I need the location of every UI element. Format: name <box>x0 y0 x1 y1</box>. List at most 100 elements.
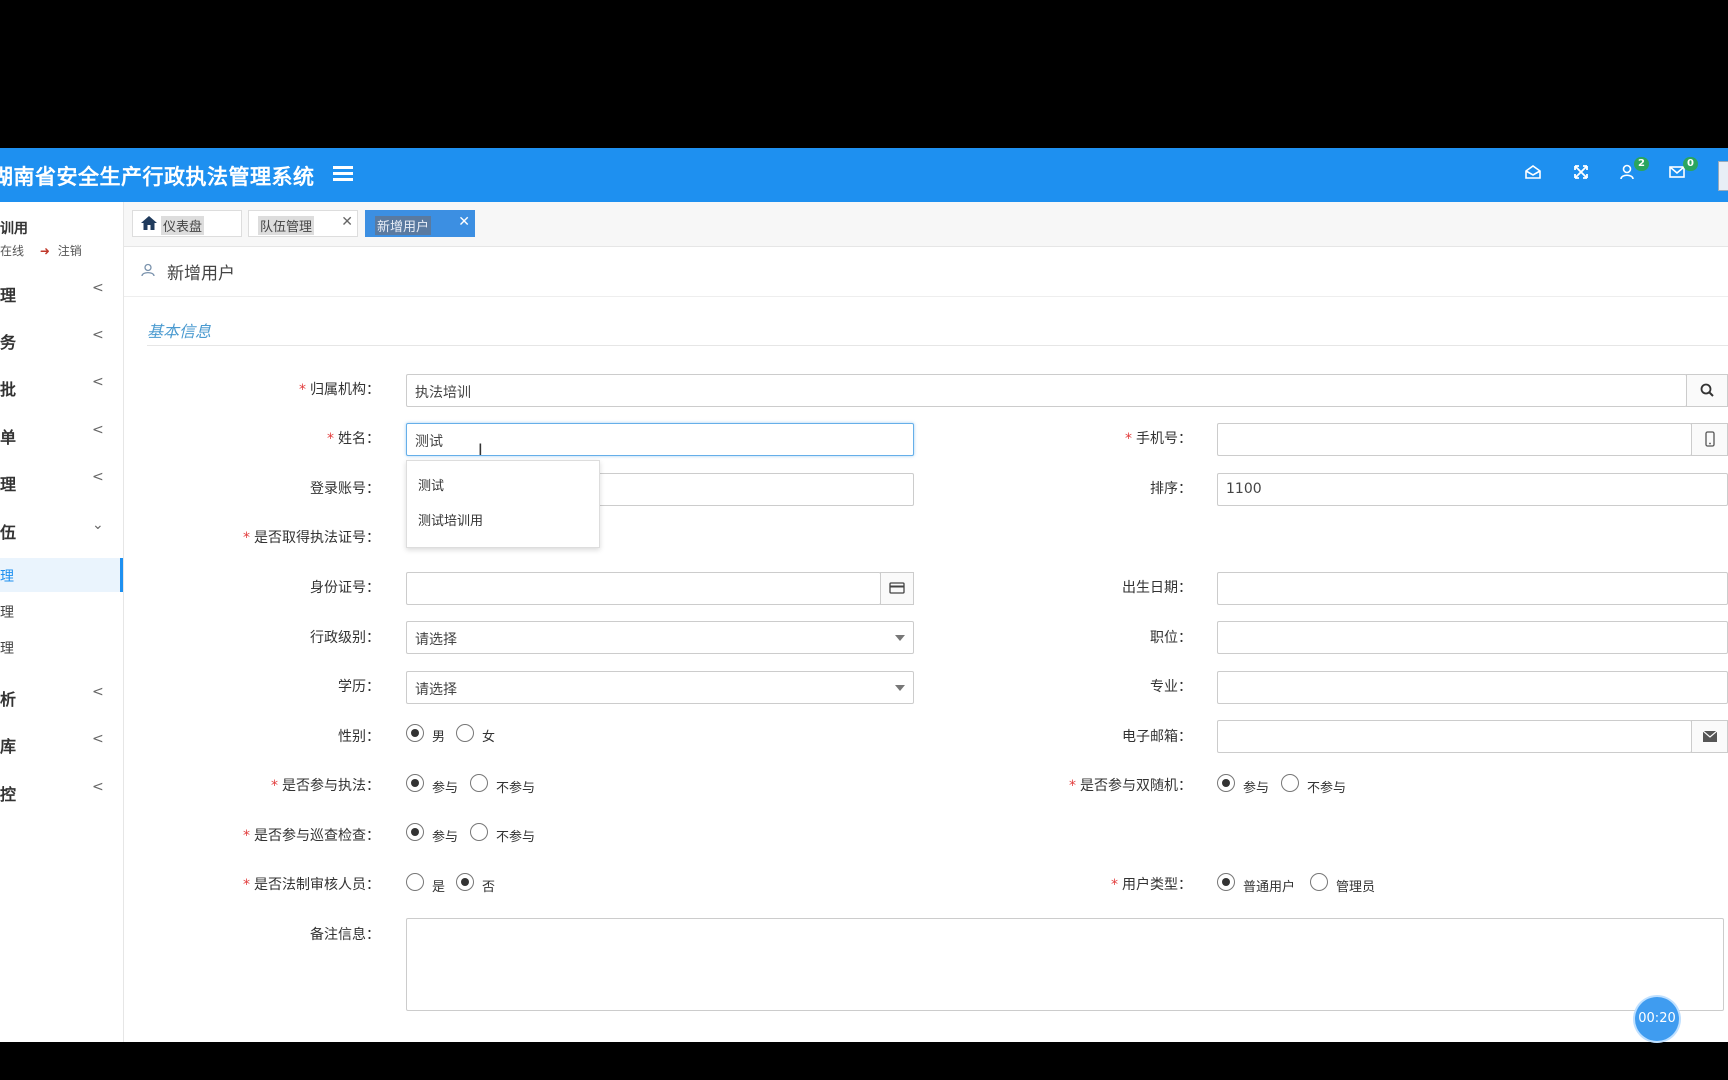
chevron-left-icon: < <box>92 731 104 747</box>
enforce-label: * 是否参与执法： <box>271 778 380 794</box>
logout-link[interactable]: 注销 <box>58 244 82 258</box>
gender-male-label: 男 <box>432 730 446 745</box>
user-type-admin-radio[interactable] <box>1310 873 1328 891</box>
tab-label: 队伍管理 <box>258 216 315 235</box>
birth-input[interactable] <box>1217 572 1728 605</box>
mail-icon[interactable]: 0 <box>1665 157 1698 187</box>
user-type-admin-label: 管理员 <box>1336 880 1376 895</box>
chevron-left-icon: < <box>92 684 104 700</box>
sidebar-item-1[interactable]: 理 < <box>0 278 110 308</box>
page-title: 新增用户 <box>167 264 235 284</box>
sort-input[interactable]: 1100 <box>1217 473 1728 506</box>
admin-level-select[interactable]: 请选择 <box>406 621 914 654</box>
sidebar-item-label: 伍 <box>0 523 17 542</box>
sidebar-item-team[interactable]: 伍 ⌄ <box>0 515 110 545</box>
gender-male-radio[interactable] <box>406 724 424 742</box>
sidebar-subitem-2[interactable]: 理 <box>0 594 123 628</box>
dual-random-label: * 是否参与双随机： <box>1069 778 1192 794</box>
patrol-not-join-label: 不参与 <box>496 830 536 845</box>
enforce-join-radio[interactable] <box>406 774 424 792</box>
sidebar-item-2[interactable]: 务 < <box>0 325 110 355</box>
sidebar-item-5[interactable]: 理 < <box>0 467 110 497</box>
sidebar-item-9[interactable]: 控 < <box>0 777 110 807</box>
search-button[interactable] <box>1686 374 1728 407</box>
page-header: 新增用户 <box>124 246 1728 297</box>
menu-toggle-icon[interactable] <box>333 163 353 183</box>
remark-label: 备注信息： <box>310 927 380 943</box>
legal-reviewer-label: * 是否法制审核人员： <box>243 877 380 893</box>
patrol-not-join-radio[interactable] <box>470 823 488 841</box>
patrol-label: * 是否参与巡查检查： <box>243 828 380 844</box>
position-input[interactable] <box>1217 621 1728 654</box>
tab-team-management[interactable]: 队伍管理 ✕ <box>248 210 358 237</box>
admin-level-label: 行政级别： <box>310 630 380 646</box>
enforce-not-join-radio[interactable] <box>470 774 488 792</box>
phone-label: * 手机号： <box>1125 431 1192 447</box>
mobile-icon <box>1704 431 1715 447</box>
sidebar-item-label: 理 <box>0 286 17 305</box>
birth-label: 出生日期： <box>1122 580 1192 596</box>
patrol-join-label: 参与 <box>432 830 459 845</box>
logout-icon: ➜ <box>39 244 50 258</box>
user-type-label: * 用户类型： <box>1111 877 1192 893</box>
education-select[interactable]: 请选择 <box>406 671 914 704</box>
dual-not-join-radio[interactable] <box>1281 774 1299 792</box>
user-type-normal-radio[interactable] <box>1217 873 1235 891</box>
sidebar-subitem-1[interactable]: 理 <box>0 558 123 592</box>
autocomplete-option[interactable]: 测试 <box>418 475 444 494</box>
enforce-not-join-label: 不参与 <box>496 781 536 796</box>
legal-yes-radio[interactable] <box>406 873 424 891</box>
recording-timer[interactable]: 00:20 <box>1635 997 1679 1041</box>
status-online: 在线 <box>0 244 25 258</box>
email-input[interactable] <box>1217 720 1692 753</box>
position-label: 职位： <box>1150 630 1192 646</box>
caret-down-icon <box>895 685 905 691</box>
org-input[interactable]: 执法培训 <box>406 374 1687 407</box>
dual-join-label: 参与 <box>1243 781 1270 796</box>
dual-not-join-label: 不参与 <box>1307 781 1347 796</box>
app-title: 湖南省安全生产行政执法管理系统 <box>0 165 315 189</box>
fullscreen-icon[interactable] <box>1569 163 1593 187</box>
chevron-left-icon: < <box>92 280 104 296</box>
sidebar-item-8[interactable]: 库 < <box>0 729 110 759</box>
patrol-join-radio[interactable] <box>406 823 424 841</box>
gender-female-label: 女 <box>482 730 496 745</box>
major-input[interactable] <box>1217 671 1728 704</box>
legal-no-radio[interactable] <box>456 873 474 891</box>
avatar[interactable] <box>1718 161 1728 191</box>
idcard-label: 身份证号： <box>310 580 380 596</box>
enforce-join-label: 参与 <box>432 781 459 796</box>
email-addon <box>1691 720 1728 753</box>
chevron-left-icon: < <box>92 327 104 343</box>
mail-badge: 0 <box>1683 157 1698 171</box>
section-divider <box>147 345 1728 346</box>
tab-add-user[interactable]: 新增用户 ✕ <box>365 210 475 237</box>
remark-textarea[interactable] <box>406 918 1724 1011</box>
sidebar-item-7[interactable]: 析 < <box>0 682 110 712</box>
user-name: 训用 <box>0 221 28 237</box>
envelope-icon <box>1702 730 1717 742</box>
chevron-left-icon: < <box>92 779 104 795</box>
tab-dashboard[interactable]: 仪表盘 <box>132 210 242 237</box>
education-label: 学历： <box>338 679 380 695</box>
user-notify-icon[interactable]: 2 <box>1616 157 1649 187</box>
user-status: 在线 ➜ 注销 <box>0 242 82 259</box>
close-icon[interactable]: ✕ <box>341 214 353 230</box>
autocomplete-option[interactable]: 测试培训用 <box>418 510 483 529</box>
tab-label: 仪表盘 <box>161 216 205 235</box>
close-icon[interactable]: ✕ <box>458 214 470 230</box>
sidebar-subitem-3[interactable]: 理 <box>0 630 123 664</box>
sidebar-item-3[interactable]: 批 < <box>0 372 110 402</box>
caret-down-icon <box>895 635 905 641</box>
idcard-input[interactable] <box>406 572 881 605</box>
message-icon[interactable] <box>1521 163 1545 187</box>
phone-input[interactable] <box>1217 423 1692 456</box>
mobile-addon <box>1691 423 1728 456</box>
user-type-normal-label: 普通用户 <box>1243 880 1296 895</box>
dual-join-radio[interactable] <box>1217 774 1235 792</box>
education-value: 请选择 <box>415 682 457 698</box>
sidebar-item-4[interactable]: 单 < <box>0 420 110 450</box>
gender-female-radio[interactable] <box>456 724 474 742</box>
sidebar-item-label: 批 <box>0 380 17 399</box>
name-label: * 姓名： <box>327 431 380 447</box>
